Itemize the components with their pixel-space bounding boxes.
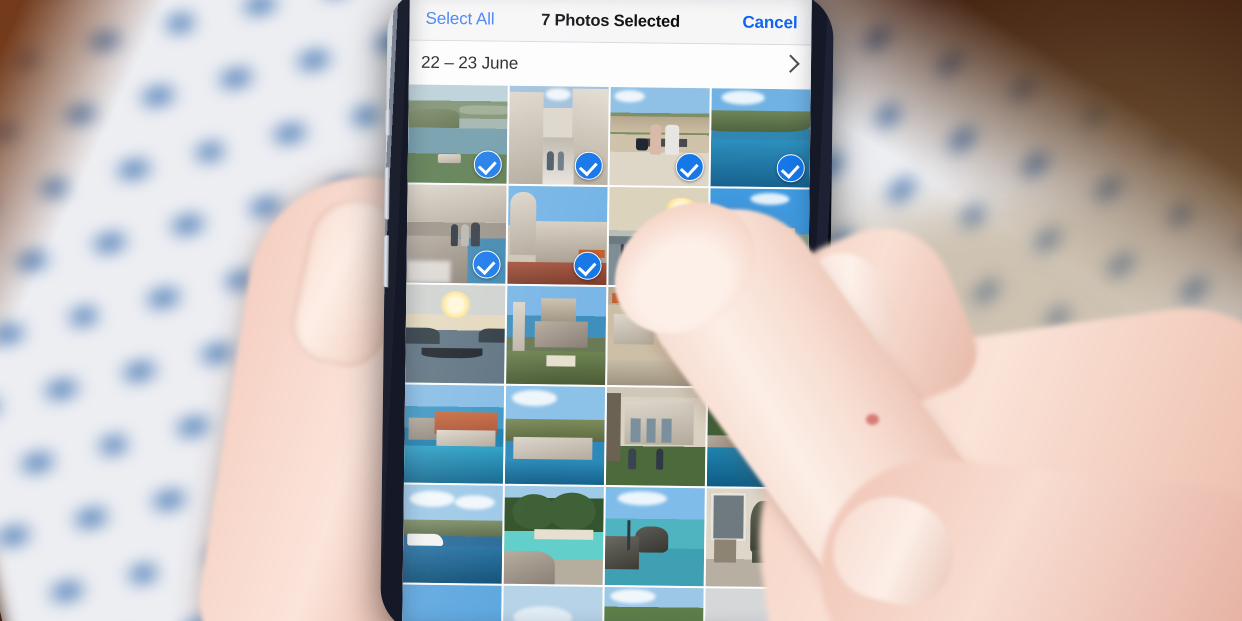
photo-thumbnail[interactable] xyxy=(407,84,508,184)
photo-thumbnail[interactable] xyxy=(502,585,603,621)
skin-blemish xyxy=(866,414,879,425)
checkmark-circle-icon[interactable] xyxy=(574,151,603,180)
photo-thumbnail[interactable] xyxy=(508,85,609,185)
photo-thumbnail[interactable] xyxy=(609,87,710,187)
photo-thumbnail[interactable] xyxy=(604,486,705,587)
checkmark-circle-icon[interactable] xyxy=(573,251,602,280)
photo-thumbnail[interactable] xyxy=(603,586,704,621)
photo-thumbnail[interactable] xyxy=(402,484,503,584)
photo-thumbnail[interactable] xyxy=(503,485,604,585)
chevron-right-icon[interactable] xyxy=(781,54,800,73)
checkmark-circle-icon[interactable] xyxy=(776,154,805,183)
scene-root: Select All 7 Photos Selected Cancel 22 –… xyxy=(0,0,1242,621)
cancel-button[interactable]: Cancel xyxy=(742,13,797,34)
photo-thumbnail[interactable] xyxy=(403,384,505,484)
photo-thumbnail[interactable] xyxy=(405,284,506,384)
navigation-bar: Select All 7 Photos Selected Cancel xyxy=(409,0,812,46)
photo-thumbnail[interactable] xyxy=(605,387,707,487)
volume-down-button[interactable] xyxy=(383,235,389,288)
volume-up-button[interactable] xyxy=(384,167,390,220)
photo-thumbnail[interactable] xyxy=(710,88,811,188)
photo-thumbnail[interactable] xyxy=(506,285,607,385)
photo-thumbnail[interactable] xyxy=(402,584,502,621)
checkmark-circle-icon[interactable] xyxy=(675,152,704,182)
checkmark-circle-icon[interactable] xyxy=(472,250,501,279)
date-range-label: 22 – 23 June xyxy=(420,52,519,73)
mute-switch[interactable] xyxy=(385,109,391,136)
photo-thumbnail[interactable] xyxy=(406,184,507,284)
date-section-header[interactable]: 22 – 23 June xyxy=(408,40,812,90)
photo-thumbnail[interactable] xyxy=(504,385,606,485)
checkmark-circle-icon[interactable] xyxy=(473,150,502,179)
photo-thumbnail[interactable] xyxy=(507,185,608,285)
